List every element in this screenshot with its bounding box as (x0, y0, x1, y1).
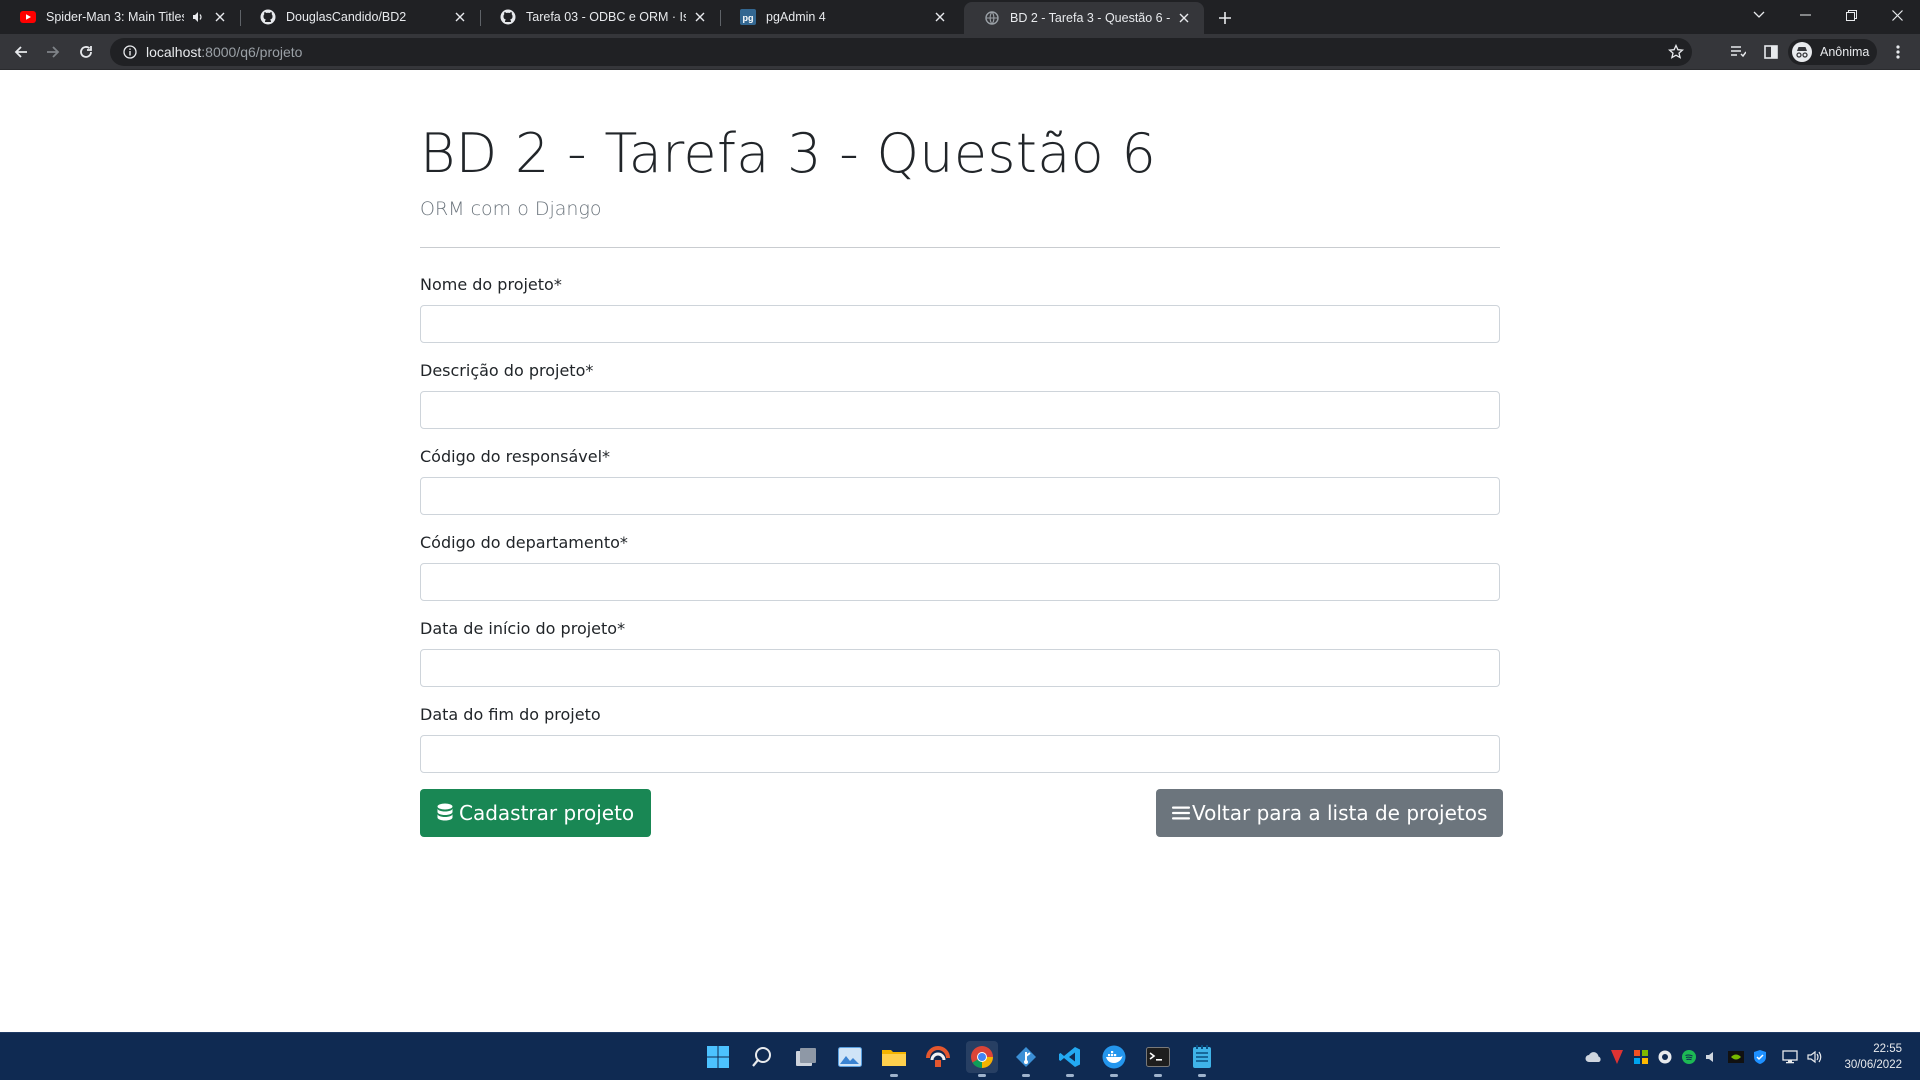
vscode-icon[interactable] (1054, 1041, 1086, 1077)
onedrive-icon[interactable] (1585, 1048, 1603, 1066)
system-clock[interactable]: 22:55 30/06/2022 (1844, 1041, 1902, 1073)
security-shield-icon[interactable] (1751, 1048, 1769, 1066)
notepad-icon[interactable] (1186, 1041, 1218, 1077)
browser-tab-pgadmin[interactable]: pg pgAdmin 4 (720, 0, 960, 34)
search-icon[interactable] (746, 1041, 778, 1073)
github-desktop-icon[interactable] (1656, 1048, 1674, 1066)
minimize-button[interactable] (1782, 0, 1828, 30)
submit-project-label: Cadastrar projeto (459, 801, 635, 825)
close-icon[interactable] (212, 9, 228, 25)
new-tab-button[interactable] (1214, 7, 1236, 29)
end-date-label: Data do fim do projeto (420, 705, 601, 724)
terminal-icon[interactable] (1142, 1041, 1174, 1077)
back-to-list-label: Voltar para a lista de projetos (1192, 801, 1488, 825)
reload-button[interactable] (74, 40, 98, 64)
pgadmin-icon: pg (740, 9, 756, 25)
close-icon[interactable] (692, 9, 708, 25)
windows-taskbar: 22:55 30/06/2022 (0, 1032, 1920, 1080)
chrome-icon[interactable] (966, 1041, 998, 1077)
globe-icon (984, 10, 1000, 26)
youtube-icon (20, 9, 36, 25)
project-name-input[interactable] (420, 305, 1500, 343)
back-to-list-button[interactable]: Voltar para a lista de projetos (1156, 789, 1504, 837)
divider (420, 247, 1500, 248)
tab-title: pgAdmin 4 (766, 10, 826, 24)
photos-icon[interactable] (834, 1041, 866, 1073)
browser-tab-active[interactable]: BD 2 - Tarefa 3 - Questão 6 - ORM (964, 2, 1204, 34)
spotify-icon[interactable] (1680, 1048, 1698, 1066)
close-icon[interactable] (452, 9, 468, 25)
network-icon[interactable] (1781, 1048, 1799, 1066)
manager-code-input[interactable] (420, 477, 1500, 515)
tab-title: Tarefa 03 - ODBC e ORM · Issue # (526, 10, 686, 24)
tab-title: Spider-Man 3: Main Titles [A (46, 10, 184, 24)
project-name-label: Nome do projeto* (420, 275, 562, 294)
side-panel-icon[interactable] (1759, 40, 1783, 64)
manager-code-label: Código do responsável* (420, 447, 611, 466)
tab-title: BD 2 - Tarefa 3 - Questão 6 - ORM (1010, 11, 1170, 25)
browser-tab-github-issue[interactable]: Tarefa 03 - ODBC e ORM · Issue # (480, 0, 720, 34)
reading-list-icon[interactable] (1726, 40, 1750, 64)
github-icon (500, 9, 516, 25)
tray-app-icon[interactable] (1632, 1048, 1650, 1066)
list-icon (1172, 805, 1190, 821)
close-icon[interactable] (932, 9, 948, 25)
windows-start-icon[interactable] (702, 1041, 734, 1073)
project-description-input[interactable] (420, 391, 1500, 429)
speaker-icon[interactable] (1806, 1048, 1824, 1066)
audio-playing-icon[interactable] (190, 9, 206, 25)
sourcetree-icon[interactable] (1010, 1041, 1042, 1077)
browser-toolbar: localhost:8000/q6/projeto Anônima (0, 34, 1920, 70)
clock-time: 22:55 (1873, 1043, 1902, 1055)
browser-tab-strip: Spider-Man 3: Main Titles [A DouglasCand… (0, 0, 1920, 34)
nvidia-icon[interactable] (1727, 1048, 1745, 1066)
profile-label: Anônima (1820, 45, 1870, 59)
start-date-label: Data de início do projeto* (420, 619, 626, 638)
docker-icon[interactable] (1098, 1041, 1130, 1077)
tab-search-button[interactable] (1736, 0, 1782, 30)
incognito-profile-button[interactable]: Anônima (1788, 39, 1878, 65)
submit-project-button[interactable]: Cadastrar projeto (420, 789, 652, 837)
start-date-input[interactable] (420, 649, 1500, 687)
git-tool-icon[interactable] (922, 1041, 954, 1073)
svg-text:pg: pg (743, 13, 754, 23)
url-host: localhost (146, 44, 202, 60)
browser-tab-youtube[interactable]: Spider-Man 3: Main Titles [A (0, 0, 240, 34)
volume-mixer-icon[interactable] (1703, 1048, 1721, 1066)
end-date-input[interactable] (420, 735, 1500, 773)
department-code-input[interactable] (420, 563, 1500, 601)
browser-tab-github-repo[interactable]: DouglasCandido/BD2 (240, 0, 480, 34)
url-text: localhost:8000/q6/projeto (146, 44, 302, 60)
file-explorer-icon[interactable] (878, 1041, 910, 1077)
restore-button[interactable] (1828, 0, 1874, 30)
incognito-icon (1792, 42, 1812, 62)
site-info-icon[interactable] (116, 45, 144, 59)
address-bar[interactable]: localhost:8000/q6/projeto (110, 38, 1692, 66)
close-icon[interactable] (1176, 10, 1192, 26)
clock-date: 30/06/2022 (1844, 1059, 1902, 1071)
project-description-label: Descrição do projeto* (420, 361, 594, 380)
forward-button[interactable] (41, 40, 65, 64)
task-view-icon[interactable] (790, 1041, 822, 1073)
bookmark-star-icon[interactable] (1667, 43, 1685, 65)
browser-menu-icon[interactable] (1886, 40, 1910, 64)
page-subtitle: ORM com o Django (420, 198, 602, 220)
web-page: BD 2 - Tarefa 3 - Questão 6 ORM com o Dj… (0, 71, 1920, 1032)
page-title: BD 2 - Tarefa 3 - Questão 6 (420, 122, 1157, 185)
antivirus-icon[interactable] (1608, 1048, 1626, 1066)
database-icon (437, 803, 453, 823)
github-icon (260, 9, 276, 25)
tab-title: DouglasCandido/BD2 (286, 10, 407, 24)
department-code-label: Código do departamento* (420, 533, 628, 552)
close-window-button[interactable] (1874, 0, 1920, 30)
url-path: :8000/q6/projeto (201, 44, 303, 60)
back-button[interactable] (9, 40, 33, 64)
